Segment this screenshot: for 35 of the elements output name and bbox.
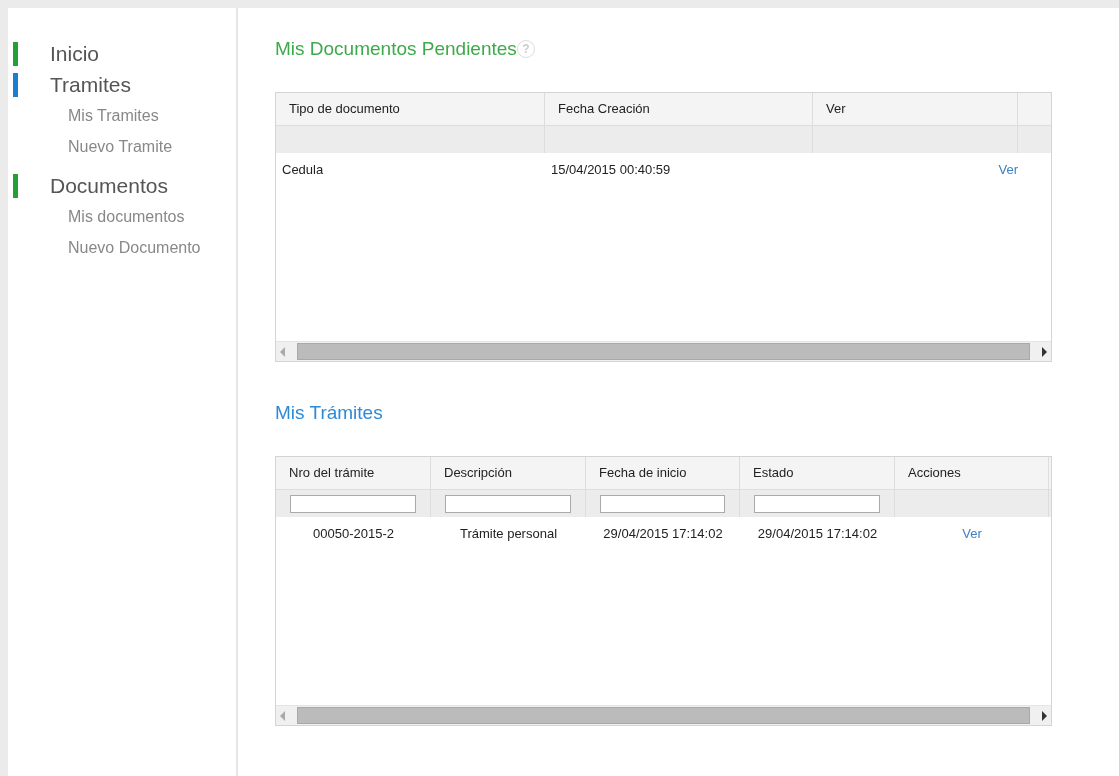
column-header[interactable]: Tipo de documento <box>276 93 545 125</box>
scroll-right-icon[interactable] <box>1042 346 1047 357</box>
scroll-left-icon[interactable] <box>280 710 285 721</box>
sidebar-subitem[interactable]: Mis Tramites <box>68 100 236 131</box>
sidebar-subitem[interactable]: Nuevo Tramite <box>68 131 236 162</box>
scroll-right-icon[interactable] <box>1042 710 1047 721</box>
column-header[interactable]: Acciones <box>895 457 1049 489</box>
filter-field[interactable] <box>445 494 571 513</box>
scroll-left-icon[interactable] <box>280 346 285 357</box>
table-cell: 29/04/2015 17:14:02 <box>757 525 878 541</box>
sidebar-item[interactable]: Inicio <box>50 41 100 66</box>
column-header[interactable]: Nro del trámite <box>276 457 431 489</box>
column-header[interactable]: Fecha Creación <box>545 93 813 125</box>
sidebar-item[interactable]: Documentos <box>50 173 168 198</box>
sidebar-item[interactable]: Tramites <box>50 72 131 97</box>
table-cell: Trámite personal <box>459 525 558 541</box>
table-cell: Cedula <box>282 161 324 177</box>
column-header[interactable]: Ver <box>813 93 1018 125</box>
view-link[interactable]: Ver <box>962 525 982 541</box>
column-header[interactable]: Fecha de inicio <box>586 457 740 489</box>
filter-field[interactable] <box>290 494 416 513</box>
column-header[interactable]: Estado <box>740 457 895 489</box>
filter-field[interactable] <box>600 494 725 513</box>
scroll-thumb[interactable] <box>297 707 1030 724</box>
sidebar-subitem[interactable]: Nuevo Documento <box>68 232 236 263</box>
column-header[interactable]: Descripción <box>431 457 586 489</box>
filter-field[interactable] <box>754 494 880 513</box>
table-cell: 29/04/2015 17:14:02 <box>603 525 723 541</box>
table-cell: 00050-2015-2 <box>313 525 394 541</box>
section-title: Mis Documentos Pendientes <box>275 38 517 60</box>
view-link[interactable]: Ver <box>998 161 1018 177</box>
table-cell: 15/04/2015 00:40:59 <box>551 161 671 177</box>
section-title: Mis Trámites <box>275 402 383 424</box>
sidebar-subitem[interactable]: Mis documentos <box>68 201 236 232</box>
scroll-thumb[interactable] <box>297 343 1030 360</box>
